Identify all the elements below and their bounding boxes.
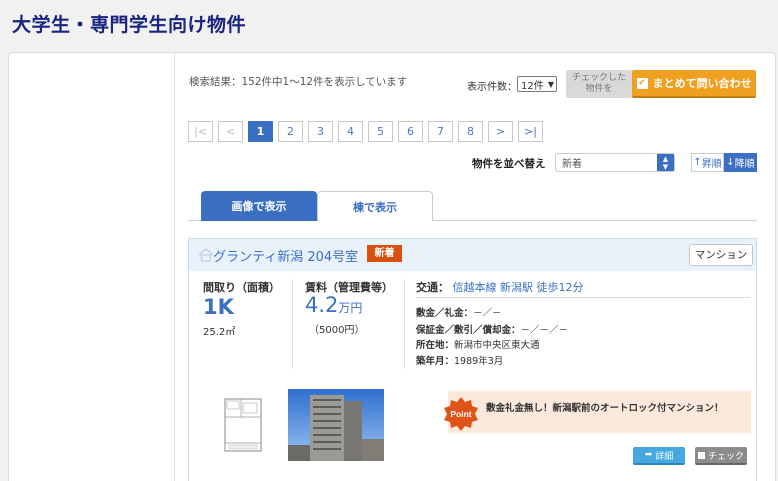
chevron-right-icon: > (495, 125, 506, 138)
point-badge-icon: Point (444, 397, 478, 431)
tab-image-view[interactable]: 画像で表示 (201, 191, 317, 221)
access-label: 交通： (416, 281, 449, 294)
point-text: 敷金礼金無し！新潟駅前のオートロック付マンション！ (486, 403, 724, 414)
page-1-button[interactable]: 1 (248, 121, 273, 142)
listing-card: グランティ新潟 204号室 新着 マンション 間取り（面積） 1K 25.2㎡ … (188, 238, 757, 481)
next-page-button[interactable]: > (488, 121, 513, 142)
page-4-button[interactable]: 4 (338, 121, 363, 142)
property-type-badge: マンション (689, 244, 753, 266)
page-6-button[interactable]: 6 (398, 121, 423, 142)
new-badge: 新着 (367, 245, 402, 262)
result-summary: 検索結果：152件中1～12件を表示しています (189, 76, 408, 88)
layout-value: 1K (203, 295, 234, 319)
results-panel: 検索結果：152件中1～12件を表示しています 表示件数： 12件 ▼ チェック… (175, 52, 776, 481)
count-select[interactable]: 12件 ▼ (517, 76, 557, 92)
check-button[interactable]: チェック (695, 447, 747, 465)
page-8-button[interactable]: 8 (458, 121, 483, 142)
rent-unit: 万円 (338, 301, 363, 315)
house-icon (198, 248, 214, 262)
point-box: Point 敷金礼金無し！新潟駅前のオートロック付マンション！ (444, 391, 751, 433)
page-7-button[interactable]: 7 (428, 121, 453, 142)
first-page-button[interactable]: |< (188, 121, 213, 142)
bulk-inquire-button[interactable]: ✔ まとめて問い合わせ (632, 70, 756, 98)
sort-desc-button[interactable]: ↓ 降順 (724, 153, 757, 172)
prev-page-button[interactable]: < (218, 121, 243, 142)
page-title: 大学生・専門学生向け物件 (12, 14, 247, 36)
updown-icon: ▲ ▼ (657, 154, 674, 171)
sort-select[interactable]: 新着 ▲ ▼ (555, 153, 675, 172)
fee-value: （5000円） (309, 325, 365, 336)
arrow-right-icon: ➡ (644, 450, 653, 460)
checked-items-label: チェックした 物件を (566, 70, 632, 98)
access-value: 信越本線 新潟駅 徒歩12分 (452, 281, 584, 294)
building-photo[interactable] (288, 389, 384, 461)
page-2-button[interactable]: 2 (278, 121, 303, 142)
checkmark-icon: ✔ (636, 77, 648, 89)
sort-select-value: 新着 (562, 159, 582, 170)
column-divider (292, 279, 293, 369)
chevron-left-icon: < (225, 125, 236, 138)
detail-button[interactable]: ➡ 詳細 (633, 447, 685, 465)
address-row: 所在地：新潟市中央区東大通 (416, 340, 540, 351)
listing-title-link[interactable]: グランティ新潟 204号室 (213, 246, 358, 265)
count-select-value: 12件 (521, 80, 544, 92)
checkbox-icon (697, 451, 705, 459)
arrow-up-icon: ↑ (693, 157, 702, 168)
bulk-inquire-label: まとめて問い合わせ (652, 77, 752, 90)
area-value: 25.2㎡ (203, 327, 236, 338)
last-page-button[interactable]: >| (518, 121, 543, 142)
guarantee-row: 保証金／敷引／償却金：－／－／－ (416, 325, 569, 336)
page-3-button[interactable]: 3 (308, 121, 333, 142)
deposit-row: 敷金／礼金：－／－ (416, 308, 502, 319)
info-divider (416, 297, 750, 298)
tab-building-view[interactable]: 棟で表示 (317, 191, 433, 221)
pagination: |< < 1 2 3 4 5 6 7 8 > >| (188, 121, 543, 142)
page-5-button[interactable]: 5 (368, 121, 393, 142)
listing-header: グランティ新潟 204号室 新着 マンション (189, 239, 756, 271)
access-info: 交通： 信越本線 新潟駅 徒歩12分 (416, 279, 584, 295)
floorplan-image[interactable] (219, 395, 267, 455)
svg-text:Point: Point (450, 409, 471, 419)
built-row: 築年月：1989年3月 (416, 356, 504, 367)
arrow-down-icon: ↓ (726, 157, 735, 168)
rent-value: 4.2万円 (305, 293, 363, 317)
layout-label: 間取り（面積） (203, 281, 280, 294)
column-divider (404, 279, 405, 369)
first-page-icon: |< (194, 125, 207, 138)
last-page-icon: >| (524, 125, 537, 138)
chevron-down-icon: ▼ (547, 79, 554, 89)
sort-asc-button[interactable]: ↑ 昇順 (691, 153, 724, 172)
count-label: 表示件数： (467, 82, 517, 93)
sort-label: 物件を並べ替え (472, 158, 546, 170)
